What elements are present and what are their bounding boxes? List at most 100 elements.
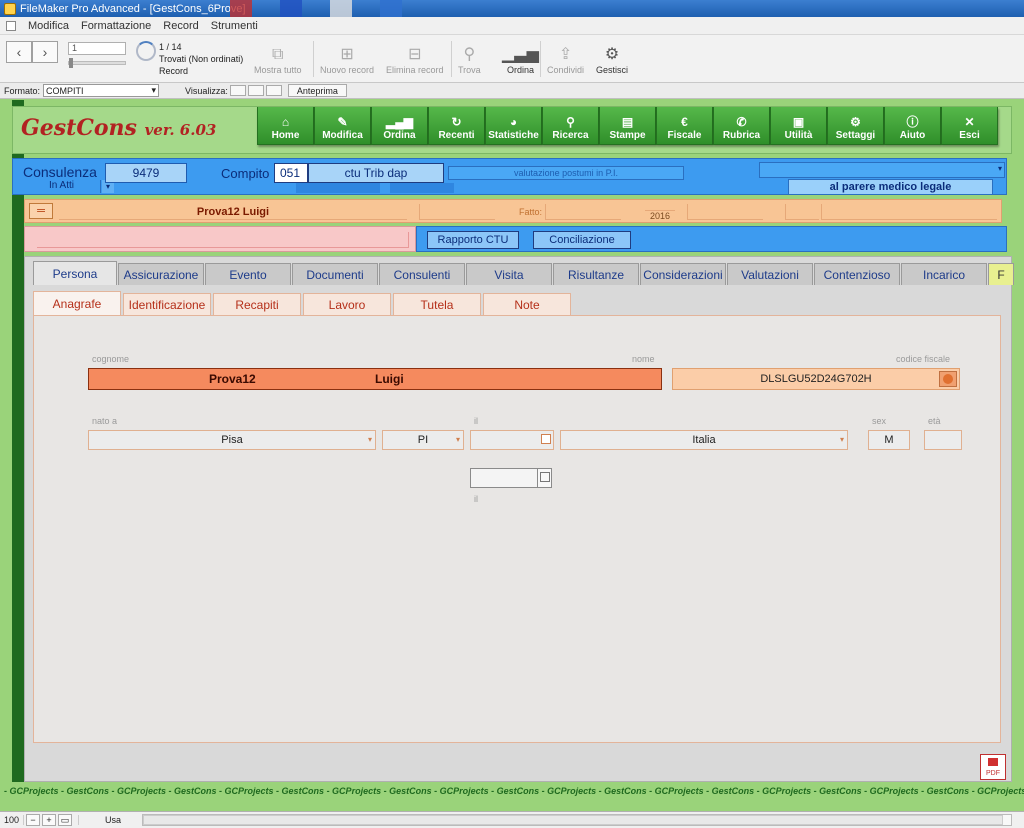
compito-sub-field-2[interactable] xyxy=(390,183,454,193)
compute-cf-button[interactable] xyxy=(939,371,957,387)
tab-documenti[interactable]: Documenti xyxy=(292,263,378,285)
nav-home-button[interactable]: ⌂ Home xyxy=(257,107,314,145)
right-select[interactable]: ▾ xyxy=(759,162,1005,178)
nav-ricerca-button[interactable]: ⚲ Ricerca xyxy=(542,107,599,145)
province-select[interactable]: PI ▾ xyxy=(382,430,464,450)
tab-incarico[interactable]: Incarico xyxy=(901,263,987,285)
previous-record-button[interactable]: ‹ xyxy=(6,41,32,63)
patient-name: Prova12 Luigi xyxy=(59,204,407,220)
nav-settaggi-button[interactable]: ⚙ Settaggi xyxy=(827,107,884,145)
nav-esci-button[interactable]: ✕ Esci xyxy=(941,107,998,145)
birthplace-select[interactable]: Pisa ▾ xyxy=(88,430,376,450)
nav-utilita-button[interactable]: ▣ Utilità xyxy=(770,107,827,145)
subtab-anagrafe[interactable]: Anagrafe xyxy=(33,291,121,315)
nav-ordina-button[interactable]: ▂▄▆ Ordina xyxy=(371,107,428,145)
horizontal-scrollbar[interactable] xyxy=(142,814,1012,826)
next-record-button[interactable]: › xyxy=(32,41,58,63)
tab-persona[interactable]: Persona xyxy=(33,261,117,285)
tab-assicurazione[interactable]: Assicurazione xyxy=(118,263,204,285)
subtab-note[interactable]: Note xyxy=(483,293,571,315)
zoom-level[interactable]: 100 xyxy=(0,815,24,825)
nav-stampe-button[interactable]: ▤ Stampe xyxy=(599,107,656,145)
patient-field-4[interactable] xyxy=(821,204,997,220)
codice-fiscale-label: codice fiscale xyxy=(896,354,951,364)
valutazione-field[interactable]: valutazione postumi in P.I. xyxy=(448,166,684,180)
tab-contenzioso[interactable]: Contenzioso xyxy=(814,263,900,285)
toggle-toolbar-button[interactable]: ▭ xyxy=(58,814,72,826)
codice-fiscale-field[interactable]: DLSLGU52D24G702H xyxy=(672,368,960,390)
new-record-icon: ⊞ xyxy=(340,46,354,63)
compito-description-field[interactable]: ctu Trib dap xyxy=(308,163,444,183)
current-record-field[interactable]: 1 xyxy=(68,42,126,55)
subtab-tutela[interactable]: Tutela xyxy=(393,293,481,315)
menu-button[interactable]: ═ xyxy=(29,203,53,219)
menu-modifica[interactable]: Modifica xyxy=(28,20,69,32)
menu-formattazione[interactable]: Formattazione xyxy=(81,20,151,32)
tab-considerazioni[interactable]: Considerazioni xyxy=(640,263,726,285)
nav-aiuto-button[interactable]: ⓘ Aiuto xyxy=(884,107,941,145)
show-all-button[interactable]: ⧉ Mostra tutto xyxy=(254,45,302,75)
nav-modifica-button[interactable]: ✎ Modifica xyxy=(314,107,371,145)
consulenza-status-select[interactable]: In Atti ▾ xyxy=(23,180,114,193)
record-info: 1 / 14 Trovati (Non ordinati) Record xyxy=(159,41,243,77)
sort-button[interactable]: ▁▃▅ Ordina xyxy=(502,45,539,75)
subtab-recapiti[interactable]: Recapiti xyxy=(213,293,301,315)
cognome-nome-field[interactable]: Prova12 Luigi xyxy=(88,368,662,390)
new-record-button[interactable]: ⊞ Nuovo record xyxy=(320,45,374,75)
table-view-button[interactable] xyxy=(265,85,282,96)
patient-field-3[interactable] xyxy=(785,204,819,220)
layout-select[interactable]: COMPITI ▾ xyxy=(43,84,160,97)
nav-rubrica-button[interactable]: ✆ Rubrica xyxy=(713,107,770,145)
conciliazione-button[interactable]: Conciliazione xyxy=(533,231,631,249)
compito-code-field[interactable]: 051 xyxy=(274,163,308,183)
subtab-lavoro[interactable]: Lavoro xyxy=(303,293,391,315)
tab-risultanze[interactable]: Risultanze xyxy=(553,263,639,285)
sex-field[interactable]: M xyxy=(868,430,910,450)
fatto-field[interactable] xyxy=(545,204,621,220)
secondary-date-field[interactable] xyxy=(470,468,552,488)
zoom-out-button[interactable]: − xyxy=(26,814,40,826)
nav-fiscale-button[interactable]: € Fiscale xyxy=(656,107,713,145)
window-title: FileMaker Pro Advanced - [GestCons_6Prov… xyxy=(20,2,246,15)
rapporto-ctu-button[interactable]: Rapporto CTU xyxy=(427,231,519,249)
patient-bar: ═ Prova12 Luigi Fatto: 2016 xyxy=(24,199,1002,223)
nav-recenti-button[interactable]: ↻ Recenti xyxy=(428,107,485,145)
tab-consulenti[interactable]: Consulenti xyxy=(379,263,465,285)
brand-logo: GestCons ver. 6.03 xyxy=(21,115,217,141)
document-menu-icon[interactable] xyxy=(6,20,16,31)
tab-visita[interactable]: Visita xyxy=(466,263,552,285)
tab-f[interactable]: F xyxy=(988,263,1014,285)
parere-field[interactable]: al parere medico legale xyxy=(788,179,993,195)
menu-strumenti[interactable]: Strumenti xyxy=(211,20,258,32)
patient-field-1[interactable] xyxy=(419,204,495,220)
left-strip xyxy=(12,100,24,782)
menu-record[interactable]: Record xyxy=(163,20,198,32)
consulenza-number-field[interactable]: 9479 xyxy=(105,163,187,183)
note-field[interactable] xyxy=(37,232,409,248)
compito-sub-field-1[interactable] xyxy=(296,183,380,193)
birthdate-field[interactable] xyxy=(470,430,554,450)
pdf-export-icon[interactable]: PDF xyxy=(980,754,1006,780)
share-button[interactable]: ⇪ Condividi xyxy=(547,45,584,75)
record-slider[interactable] xyxy=(68,58,126,68)
calendar-icon[interactable] xyxy=(541,434,551,444)
manage-button[interactable]: ⚙ Gestisci xyxy=(596,45,628,75)
country-select[interactable]: Italia ▾ xyxy=(560,430,848,450)
list-view-button[interactable] xyxy=(247,85,264,96)
form-view-button[interactable] xyxy=(229,85,246,96)
subtab-identificazione[interactable]: Identificazione xyxy=(123,293,211,315)
nav-statistiche-button[interactable]: ◕ Statistiche xyxy=(485,107,542,145)
delete-record-button[interactable]: ⊟ Elimina record xyxy=(386,45,444,75)
delete-record-icon: ⊟ xyxy=(408,46,422,63)
preview-button[interactable]: Anteprima xyxy=(287,84,347,97)
find-button[interactable]: ⚲ Trova xyxy=(458,45,481,75)
format-label: Formato: xyxy=(4,85,41,96)
mode-indicator[interactable]: Usa xyxy=(78,815,148,825)
tab-valutazioni[interactable]: Valutazioni xyxy=(727,263,813,285)
tab-evento[interactable]: Evento xyxy=(205,263,291,285)
share-icon: ⇪ xyxy=(558,46,573,63)
patient-field-2[interactable] xyxy=(687,204,763,220)
zoom-in-button[interactable]: + xyxy=(42,814,56,826)
eta-field[interactable] xyxy=(924,430,962,450)
calendar-icon[interactable] xyxy=(537,469,551,487)
